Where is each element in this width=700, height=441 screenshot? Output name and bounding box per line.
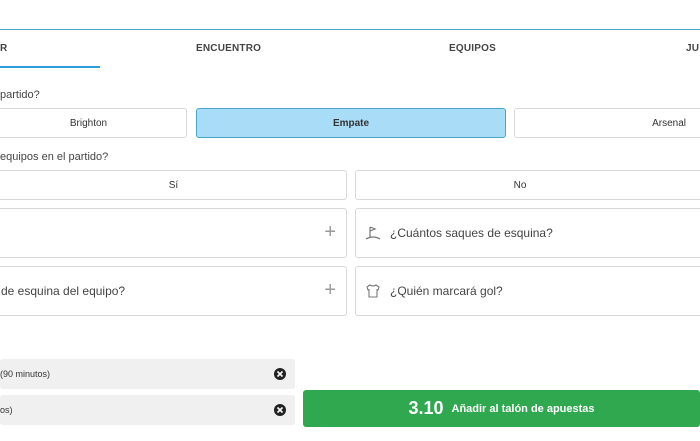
market-card-team-corners-label: de esquina del equipo? [1,284,126,298]
selection-item-label: (90 minutos) [0,369,51,379]
plus-icon: + [324,221,336,243]
market-card-goalscorer-label: ¿Quién marcará gol? [390,284,503,298]
corner-flag-icon [364,224,382,242]
plus-icon: + [324,279,336,301]
shirt-icon [364,282,382,300]
remove-selection-icon[interactable] [273,403,287,417]
option-no[interactable]: No [355,170,700,200]
question-both-teams-label: equipos en el partido? [0,151,109,163]
option-empate[interactable]: Empate [196,108,506,138]
market-card-goalscorer[interactable]: ¿Quién marcará gol? [355,266,700,316]
option-brighton-label: Brighton [69,117,108,129]
option-brighton[interactable]: Brighton [0,108,187,138]
tab-encuentro[interactable]: ENCUENTRO [196,43,261,54]
add-to-betslip-label: Añadir al talón de apuestas [451,402,595,415]
tab-jugadores[interactable]: JU [686,43,699,54]
remove-selection-icon[interactable] [273,367,287,381]
question-result-label: partido? [0,89,40,101]
option-empate-label: Empate [332,117,370,129]
market-tabs: R ENCUENTRO EQUIPOS JU [0,31,700,68]
add-to-betslip-button[interactable]: 3.10 Añadir al talón de apuestas [303,390,700,427]
odds-value: 3.10 [408,398,444,418]
market-card-left-1[interactable]: + [0,208,347,258]
option-arsenal[interactable]: Arsenal [514,108,700,138]
option-si-label: Sí [168,179,179,191]
selection-item-label: os) [0,405,13,415]
top-header-bar [0,0,700,30]
option-arsenal-label: Arsenal [652,117,686,129]
tab-first[interactable]: R [0,43,7,54]
option-si[interactable]: Sí [0,170,347,200]
market-card-corners-label: ¿Cuántos saques de esquina? [390,226,553,240]
market-card-corners[interactable]: ¿Cuántos saques de esquina? [355,208,700,258]
selection-item: os) [0,395,295,425]
option-no-label: No [513,179,527,191]
tab-equipos[interactable]: EQUIPOS [449,43,496,54]
active-tab-indicator [0,66,100,68]
market-card-team-corners[interactable]: de esquina del equipo? + [0,266,347,316]
selection-item: (90 minutos) [0,359,295,389]
